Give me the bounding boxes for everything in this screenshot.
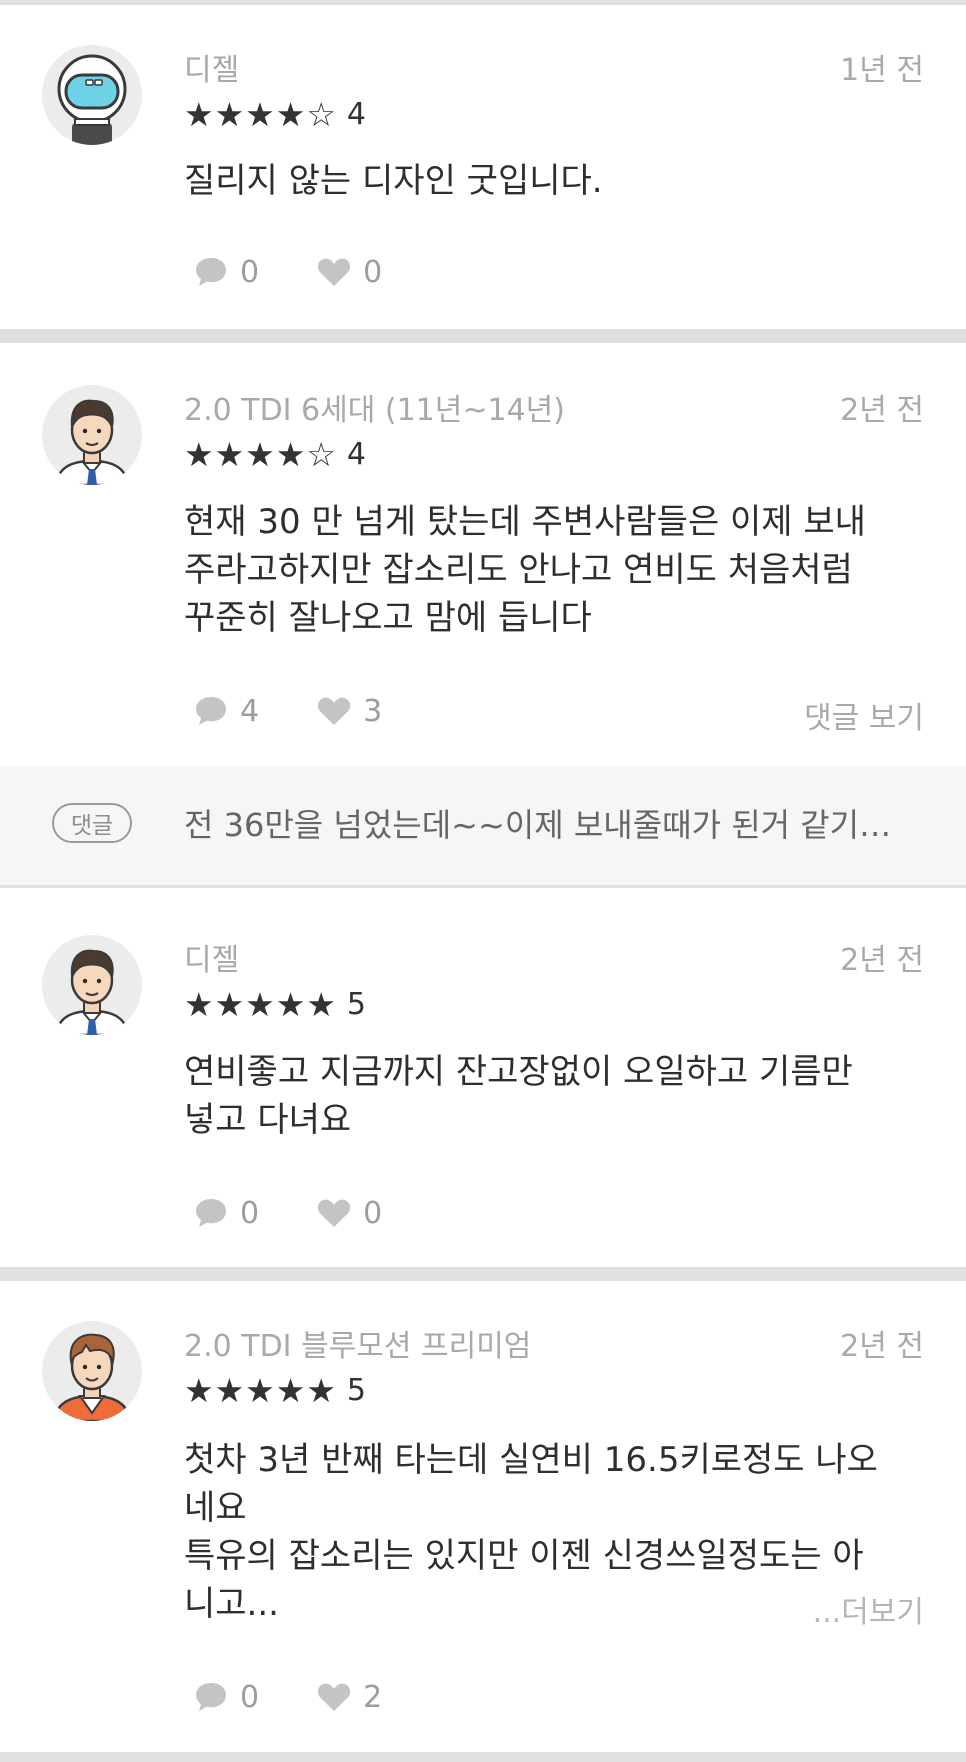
rating-stars: ★★★★★ [184, 1370, 337, 1410]
rating-stars: ★★★★☆ [184, 434, 337, 474]
review-rating: ★★★★★ 5 [184, 1370, 366, 1410]
like-count: 0 [363, 254, 383, 290]
review-text: 질리지 않는 디자인 굿입니다. [184, 161, 603, 201]
review-rating: ★★★★☆ 4 [184, 94, 366, 134]
reply-text: 전 36만을 넘었는데~~이제 보내줄때가 된거 같기… [184, 806, 892, 844]
like-button[interactable]: 0 [317, 1196, 382, 1231]
review-author: 디젤 [184, 53, 240, 88]
businessman-avatar[interactable] [42, 935, 142, 1035]
speech-bubble-icon [196, 697, 226, 725]
rating-value: 4 [346, 436, 367, 472]
review-text: 현재 30 만 넘게 탔는데 주변사람들은 이제 보내 주라고하지만 잡소리도 … [184, 502, 866, 638]
like-count: 3 [363, 693, 383, 729]
comment-count: 0 [240, 1195, 260, 1231]
like-button[interactable]: 3 [317, 694, 382, 729]
heart-icon [317, 1199, 351, 1227]
reply-badge: 댓글 [52, 803, 132, 843]
rating-value: 4 [346, 96, 367, 132]
divider [0, 1267, 966, 1281]
review-text: 연비좋고 지금까지 잔고장없이 오일하고 기름만 넣고 다녀요 [184, 1052, 853, 1140]
review-actions: 0 0 [194, 1193, 440, 1233]
speech-bubble-icon [196, 1199, 226, 1227]
review-rating: ★★★★★ 5 [184, 984, 366, 1024]
speech-bubble-icon [196, 258, 226, 286]
review-author: 2.0 TDI 6세대 (11년~14년) [184, 393, 565, 428]
review-actions: 0 0 [194, 252, 440, 292]
review-rating: ★★★★☆ 4 [184, 434, 366, 474]
like-count: 2 [363, 1679, 383, 1715]
astronaut-avatar[interactable] [42, 45, 142, 145]
review-time: 2년 전 [840, 393, 924, 428]
businessman-avatar[interactable] [42, 385, 142, 485]
like-button[interactable]: 0 [317, 255, 382, 290]
review-time: 2년 전 [840, 943, 924, 978]
comment-button[interactable]: 4 [194, 694, 259, 729]
rating-value: 5 [346, 1372, 367, 1408]
comment-button[interactable]: 0 [194, 255, 259, 290]
read-more-link[interactable]: ...더보기 [813, 1587, 924, 1631]
heart-icon [317, 258, 351, 286]
reply-preview[interactable]: 댓글 전 36만을 넘었는데~~이제 보내줄때가 된거 같기… [0, 766, 966, 888]
review-actions: 0 2 [194, 1677, 440, 1717]
comment-button[interactable]: 0 [194, 1196, 259, 1231]
rating-value: 5 [346, 986, 367, 1022]
review-card: 디젤 1년 전 ★★★★☆ 4 질리지 않는 디자인 굿입니다. 0 0 [0, 5, 966, 329]
review-actions: 4 3 [194, 691, 440, 731]
review-author: 2.0 TDI 블루모션 프리미엄 [184, 1329, 532, 1364]
like-count: 0 [363, 1195, 383, 1231]
young-man-avatar[interactable] [42, 1321, 142, 1421]
comment-count: 4 [240, 693, 260, 729]
review-time: 1년 전 [840, 53, 924, 88]
heart-icon [317, 1683, 351, 1711]
review-card: 디젤 2년 전 ★★★★★ 5 연비좋고 지금까지 잔고장없이 오일하고 기름만… [0, 888, 966, 1267]
review-card: 2.0 TDI 6세대 (11년~14년) 2년 전 ★★★★☆ 4 현재 30… [0, 343, 966, 766]
rating-stars: ★★★★★ [184, 984, 337, 1024]
review-feed: 디젤 1년 전 ★★★★☆ 4 질리지 않는 디자인 굿입니다. 0 0 2.0… [0, 0, 966, 1762]
divider [0, 329, 966, 343]
heart-icon [317, 697, 351, 725]
review-card: 2.0 TDI 블루모션 프리미엄 2년 전 ★★★★★ 5 첫차 3년 반째 … [0, 1281, 966, 1752]
review-author: 디젤 [184, 943, 240, 978]
comment-count: 0 [240, 254, 260, 290]
comment-count: 0 [240, 1679, 260, 1715]
review-time: 2년 전 [840, 1329, 924, 1364]
comment-button[interactable]: 0 [194, 1680, 259, 1715]
view-comments-link[interactable]: 댓글 보기 [804, 693, 924, 737]
speech-bubble-icon [196, 1683, 226, 1711]
like-button[interactable]: 2 [317, 1680, 382, 1715]
divider [0, 1752, 966, 1762]
rating-stars: ★★★★☆ [184, 94, 337, 134]
